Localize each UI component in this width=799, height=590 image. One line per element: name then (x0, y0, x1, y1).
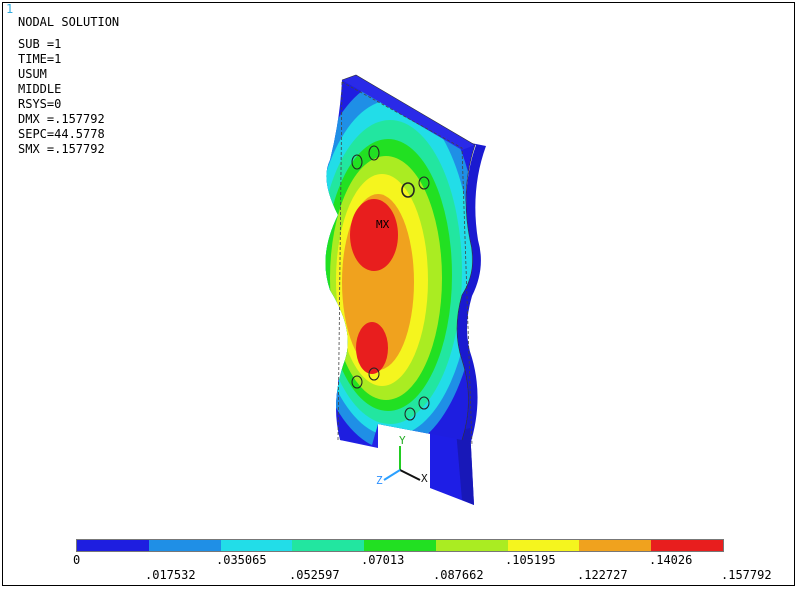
legend-label: 0 (73, 553, 81, 567)
axis-y-label: Y (399, 434, 406, 447)
legend-label: .14026 (649, 553, 693, 567)
legend-swatch (364, 540, 436, 551)
legend-swatch (579, 540, 652, 551)
axis-z-label: Z (376, 474, 383, 487)
legend-label: .035065 (216, 553, 267, 567)
max-marker-label: MX (376, 218, 390, 231)
legend-label: .105195 (505, 553, 556, 567)
legend-label: .07013 (361, 553, 405, 567)
coordinate-triad: Y X Z (376, 434, 428, 487)
legend-swatch (507, 540, 580, 551)
contour-legend-bar (76, 539, 724, 552)
legend-swatch (435, 540, 508, 551)
legend-label: .087662 (433, 568, 484, 582)
axis-x-label: X (421, 472, 428, 485)
legend-swatch (651, 540, 724, 551)
legend-swatch (220, 540, 293, 551)
legend-swatch (77, 540, 149, 551)
legend-label: .017532 (145, 568, 196, 582)
legend-swatch (292, 540, 365, 551)
legend-label: .157792 (721, 568, 772, 582)
legend-label: .122727 (577, 568, 628, 582)
fe-model-contour-plot[interactable]: MX Y X Z (0, 0, 799, 590)
legend-label: .052597 (289, 568, 340, 582)
legend-swatch (148, 540, 221, 551)
contour-bands (325, 75, 475, 445)
